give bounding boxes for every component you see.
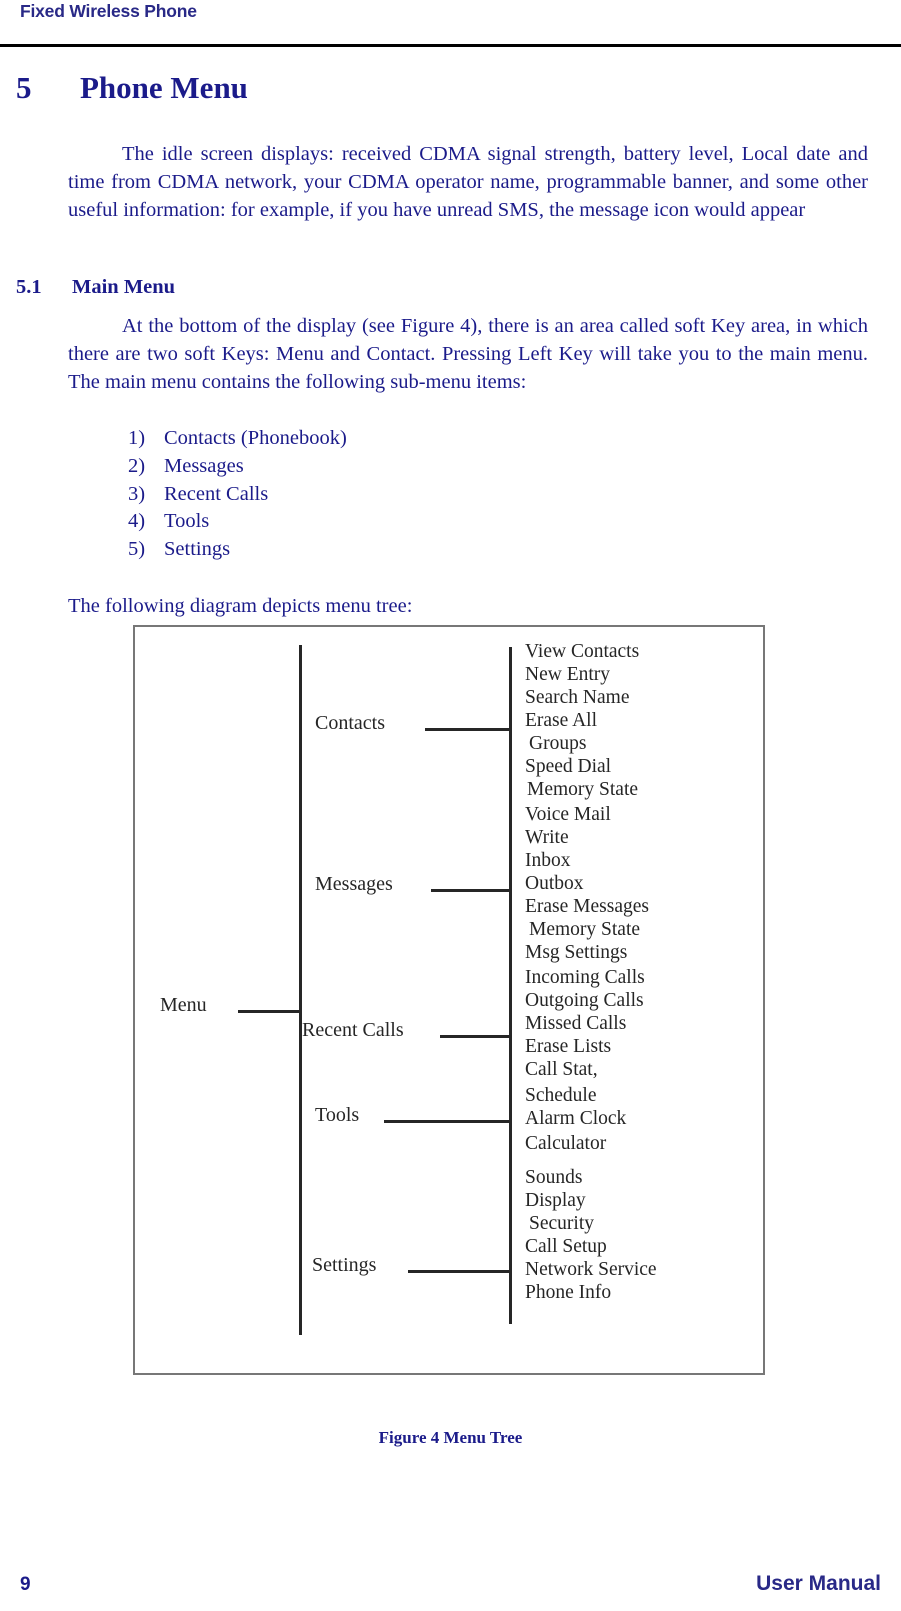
document-page: Fixed Wireless Phone 5 Phone Menu The idl… xyxy=(0,0,901,1611)
leaf-recent-calls-4: Call Stat, xyxy=(525,1059,598,1080)
branch-connector-settings xyxy=(408,1270,511,1273)
leaf-contacts-6: Memory State xyxy=(527,779,639,800)
tree-root-label: Menu xyxy=(160,994,207,1016)
leaf-recent-calls-3: Erase Lists xyxy=(525,1036,612,1057)
footer-document-label: User Manual xyxy=(756,1572,881,1595)
leaf-messages-2: Inbox xyxy=(525,850,571,871)
page-header: Fixed Wireless Phone xyxy=(0,0,901,47)
branch-connector-tools xyxy=(384,1120,511,1123)
leaf-recent-calls-0: Incoming Calls xyxy=(525,967,645,988)
list-label: Messages xyxy=(164,454,244,477)
figure-caption: Figure 4 Menu Tree xyxy=(378,1428,523,1447)
branch-connector-contacts xyxy=(425,728,511,731)
list-label: Recent Calls xyxy=(164,482,269,505)
branch-connector-recent-calls xyxy=(440,1035,511,1038)
branch-spine-settings xyxy=(509,1161,512,1324)
branch-label-contacts: Contacts xyxy=(315,712,385,734)
leaf-settings-0: Sounds xyxy=(525,1167,583,1188)
leaf-messages-6: Msg Settings xyxy=(525,942,628,963)
leaf-settings-5: Phone Info xyxy=(525,1282,612,1303)
branch-label-settings: Settings xyxy=(312,1254,377,1276)
leaf-contacts-1: New Entry xyxy=(525,664,611,685)
menu-tree-figure: Menu Contacts View Contacts New Entry Se… xyxy=(133,625,765,1375)
list-label: Settings xyxy=(164,538,231,561)
leaf-messages-3: Outbox xyxy=(525,873,584,894)
leaf-settings-4: Network Service xyxy=(525,1259,657,1280)
footer-page-number: 9 xyxy=(20,1574,31,1595)
branch-connector-messages xyxy=(431,889,511,892)
leaf-settings-3: Call Setup xyxy=(525,1236,607,1257)
leaf-messages-0: Voice Mail xyxy=(525,804,611,825)
list-item: 4) Tools xyxy=(128,508,728,536)
leaf-contacts-4: Groups xyxy=(529,733,587,754)
main-menu-list: 1) Contacts (Phonebook) 2) Messages 3) Rece… xyxy=(128,425,728,564)
branch-spine-tools xyxy=(509,1091,512,1161)
list-marker: 2) xyxy=(128,454,146,477)
leaf-contacts-5: Speed Dial xyxy=(525,756,612,777)
list-item: 1) Contacts (Phonebook) xyxy=(128,425,728,453)
list-marker: 4) xyxy=(128,510,146,533)
menu-tree-canvas: Menu Contacts View Contacts New Entry Se… xyxy=(135,627,763,1373)
branch-spine-messages xyxy=(509,810,512,973)
tree-trunk-line xyxy=(299,645,302,1335)
intro-paragraph: The idle screen displays: received CDMA … xyxy=(68,143,868,221)
branch-label-messages: Messages xyxy=(315,873,393,895)
diagram-lead-in: The following diagram depicts menu tree: xyxy=(68,595,413,617)
chapter-title: Phone Menu xyxy=(80,70,248,105)
branch-spine-contacts xyxy=(509,647,512,810)
leaf-recent-calls-2: Missed Calls xyxy=(525,1013,627,1034)
leaf-recent-calls-1: Outgoing Calls xyxy=(525,990,644,1011)
chapter-number: 5 xyxy=(16,70,32,105)
section-paragraph: At the bottom of the display (see Figure… xyxy=(68,315,868,393)
list-label: Tools xyxy=(164,510,210,533)
leaf-tools-1: Alarm Clock xyxy=(525,1108,627,1129)
chapter-heading: 5 Phone Menu xyxy=(16,70,876,106)
leaf-tools-0: Schedule xyxy=(525,1085,597,1106)
list-marker: 1) xyxy=(128,427,146,449)
leaf-tools-2: Calculator xyxy=(525,1133,607,1154)
list-label: Contacts (Phonebook) xyxy=(164,427,347,449)
section-title: Main Menu xyxy=(72,276,176,298)
leaf-messages-5: Memory State xyxy=(529,919,641,940)
leaf-settings-1: Display xyxy=(525,1190,586,1211)
tree-root-connector xyxy=(238,1010,302,1013)
leaf-contacts-3: Erase All xyxy=(525,710,598,731)
header-title: Fixed Wireless Phone xyxy=(20,1,197,21)
list-marker: 3) xyxy=(128,482,146,505)
list-item: 5) Settings xyxy=(128,536,728,564)
list-item: 2) Messages xyxy=(128,453,728,481)
list-item: 3) Recent Calls xyxy=(128,481,728,509)
leaf-contacts-0: View Contacts xyxy=(525,641,640,662)
list-marker: 5) xyxy=(128,538,146,561)
leaf-messages-1: Write xyxy=(525,827,569,848)
section-number: 5.1 xyxy=(16,276,42,298)
leaf-contacts-2: Search Name xyxy=(525,687,630,708)
branch-spine-recent-calls xyxy=(509,973,512,1091)
section-heading: 5.1 Main Menu xyxy=(16,276,876,299)
leaf-messages-4: Erase Messages xyxy=(525,896,649,917)
branch-label-tools: Tools xyxy=(315,1104,360,1126)
branch-label-recent-calls: Recent Calls xyxy=(302,1019,404,1041)
header-divider xyxy=(0,44,901,47)
leaf-settings-2: Security xyxy=(529,1213,594,1234)
